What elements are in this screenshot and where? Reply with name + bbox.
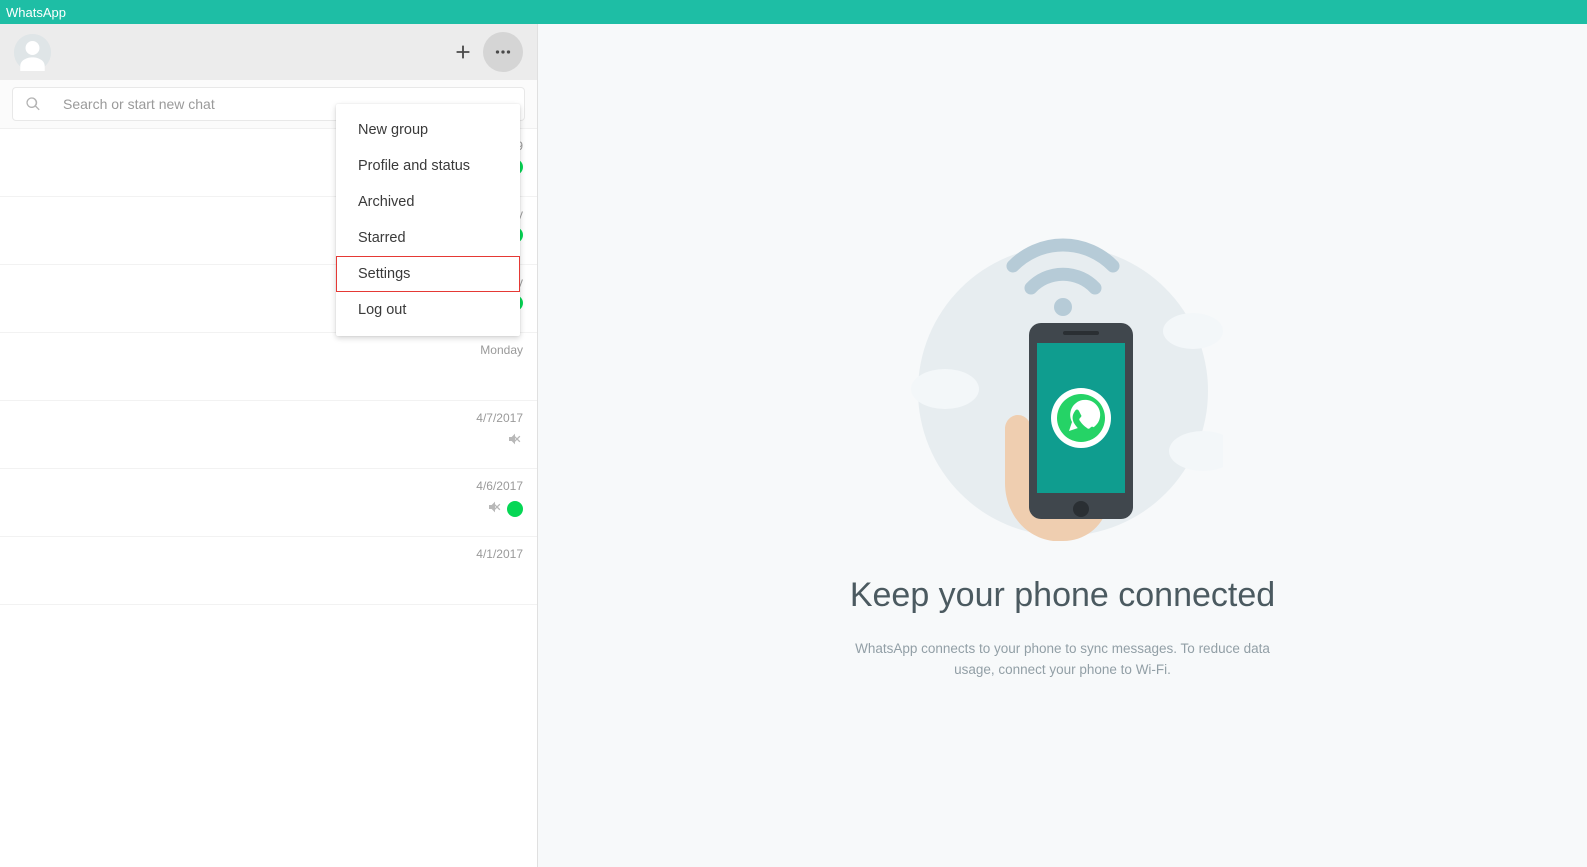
new-chat-button[interactable]	[443, 32, 483, 72]
chat-time: 4/6/2017	[476, 479, 523, 493]
sidebar: 9yyMonday4/7/20174/6/20174/1/2017 New gr…	[0, 24, 538, 867]
plus-icon	[452, 41, 474, 63]
menu-button[interactable]	[483, 32, 523, 72]
app-name: WhatsApp	[6, 5, 66, 20]
search-icon	[25, 96, 41, 112]
unread-indicator	[507, 501, 523, 517]
more-horizontal-icon	[492, 41, 514, 63]
context-menu: New groupProfile and statusArchivedStarr…	[336, 104, 520, 336]
sidebar-header	[0, 24, 537, 80]
landing-panel: Keep your phone connected WhatsApp conne…	[538, 24, 1587, 867]
landing-subtitle: WhatsApp connects to your phone to sync …	[843, 639, 1283, 681]
user-icon	[14, 34, 51, 71]
whatsapp-phone-wifi-icon	[903, 211, 1223, 541]
avatar[interactable]	[14, 34, 51, 71]
chat-time: 4/1/2017	[476, 547, 523, 561]
menu-item-archived[interactable]: Archived	[336, 184, 520, 220]
muted-indicator	[487, 499, 503, 518]
chat-time: 4/7/2017	[476, 411, 523, 425]
chat-item[interactable]: 4/7/2017	[0, 401, 537, 469]
chat-item[interactable]: Monday	[0, 333, 537, 401]
muted-icon	[487, 499, 503, 515]
muted-indicator	[507, 431, 523, 450]
menu-item-starred[interactable]: Starred	[336, 220, 520, 256]
menu-item-settings[interactable]: Settings	[336, 256, 520, 292]
landing-title: Keep your phone connected	[850, 576, 1275, 615]
menu-item-log-out[interactable]: Log out	[336, 292, 520, 328]
landing-illustration	[903, 211, 1223, 546]
menu-item-profile-and-status[interactable]: Profile and status	[336, 148, 520, 184]
muted-icon	[507, 431, 523, 447]
titlebar: WhatsApp	[0, 0, 1587, 24]
chat-item[interactable]: 4/1/2017	[0, 537, 537, 605]
menu-item-new-group[interactable]: New group	[336, 112, 520, 148]
chat-item[interactable]: 4/6/2017	[0, 469, 537, 537]
chat-time: Monday	[480, 343, 523, 357]
